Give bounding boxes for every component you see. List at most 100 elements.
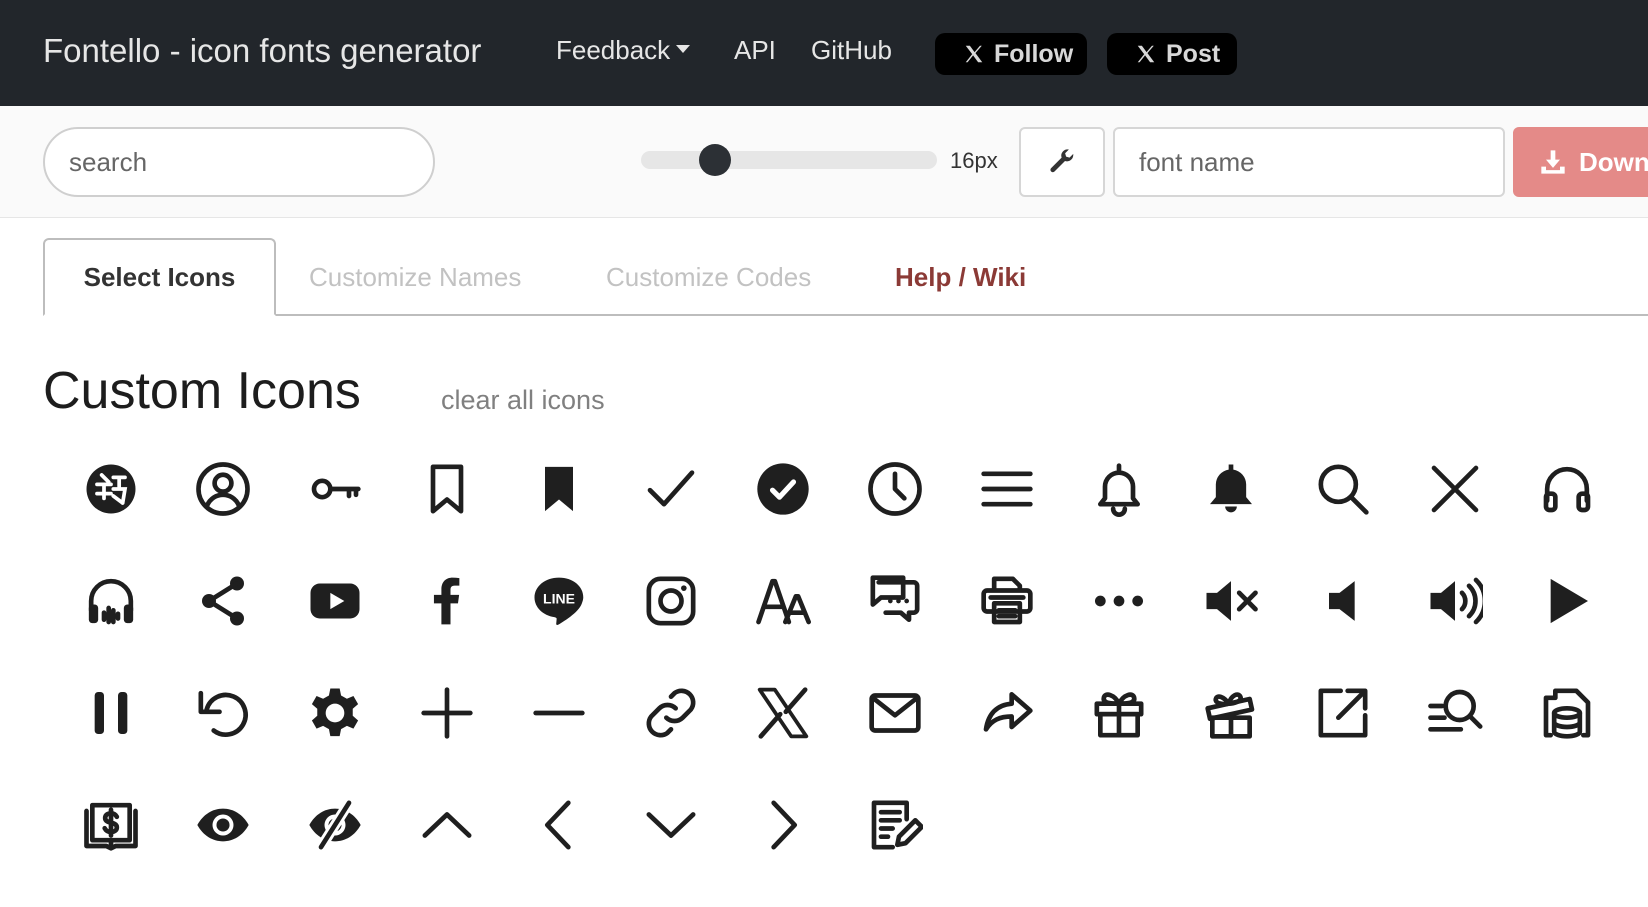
icon-cell[interactable] (1175, 433, 1287, 545)
icon-cell[interactable] (391, 433, 503, 545)
line-icon: LINE (534, 577, 584, 625)
icon-size-label: 16px (950, 148, 998, 173)
icon-cell[interactable] (1399, 433, 1511, 545)
chat-icon (870, 575, 920, 622)
icon-cell[interactable] (727, 657, 839, 769)
slider-thumb[interactable] (699, 144, 731, 176)
icon-cell[interactable] (1063, 433, 1175, 545)
icon-cell[interactable] (55, 657, 167, 769)
x-post-button[interactable]: Post (1107, 33, 1237, 75)
icon-cell[interactable] (615, 545, 727, 657)
icon-size-slider[interactable] (641, 144, 937, 176)
check-icon (647, 470, 695, 507)
icon-cell[interactable] (391, 769, 503, 881)
gift-icon (1094, 692, 1144, 738)
icon-cell[interactable] (727, 545, 839, 657)
icon-cell[interactable] (951, 433, 1063, 545)
icon-cell[interactable] (1287, 545, 1399, 657)
icon-cell[interactable] (1511, 433, 1623, 545)
x-follow-button[interactable]: Follow (935, 33, 1087, 75)
icon-cell[interactable] (55, 545, 167, 657)
font-name-input[interactable] (1113, 127, 1505, 197)
section-title: Custom Icons (43, 362, 361, 420)
bookmark-solid-icon (545, 466, 573, 512)
icon-cell[interactable] (1287, 657, 1399, 769)
tab-customize-codes[interactable]: Customize Codes (606, 238, 811, 316)
bell-outline-icon (1098, 463, 1140, 517)
icon-cell[interactable] (1511, 657, 1623, 769)
icon-cell[interactable] (839, 433, 951, 545)
icon-cell[interactable] (727, 433, 839, 545)
search-icon (1318, 464, 1369, 515)
icon-cell[interactable] (503, 433, 615, 545)
icon-cell[interactable] (279, 657, 391, 769)
icon-cell[interactable] (1399, 545, 1511, 657)
font-size-icon (756, 578, 811, 625)
icon-cell[interactable] (279, 545, 391, 657)
brand-title[interactable]: Fontello - icon fonts generator (43, 32, 481, 70)
download-icon (1541, 150, 1565, 174)
icon-cell[interactable] (727, 769, 839, 881)
icon-cell[interactable] (503, 657, 615, 769)
icon-cell[interactable] (1175, 545, 1287, 657)
icon-cell[interactable]: LINE (503, 545, 615, 657)
plus-icon (421, 687, 473, 739)
key-icon (311, 478, 361, 500)
instagram-icon (646, 576, 696, 626)
eye-off-icon (309, 797, 361, 853)
icon-cell[interactable] (1063, 657, 1175, 769)
headphones-outline-icon (1543, 466, 1591, 513)
icon-cell[interactable] (503, 769, 615, 881)
search-input[interactable] (43, 127, 435, 197)
icon-cell[interactable] (1175, 657, 1287, 769)
api-link[interactable]: API (734, 35, 776, 66)
download-button[interactable]: Down (1513, 127, 1648, 197)
icon-cell[interactable] (615, 769, 727, 881)
icon-cell[interactable] (615, 433, 727, 545)
share-icon (202, 576, 244, 626)
icon-cell[interactable] (1399, 657, 1511, 769)
minus-icon (533, 710, 585, 716)
mail-icon (869, 693, 921, 733)
toolbar: 16px Down (0, 106, 1648, 218)
external-link-icon (1318, 688, 1368, 738)
icon-cell[interactable] (391, 657, 503, 769)
icon-cell[interactable] (279, 769, 391, 881)
undo-icon (198, 690, 248, 737)
help-wiki-link[interactable]: Help / Wiki (895, 238, 1026, 316)
tab-select-icons[interactable]: Select Icons (43, 238, 276, 316)
icon-cell[interactable] (839, 769, 951, 881)
icon-cell[interactable] (167, 545, 279, 657)
feedback-dropdown[interactable]: Feedback (556, 35, 691, 66)
icon-cell[interactable] (1287, 433, 1399, 545)
icon-cell[interactable] (167, 433, 279, 545)
icon-cell[interactable] (279, 433, 391, 545)
icon-cell[interactable] (1063, 545, 1175, 657)
icon-cell[interactable] (1511, 545, 1623, 657)
gear-icon (311, 688, 359, 737)
icon-cell[interactable] (951, 657, 1063, 769)
x-logo-icon (1137, 45, 1155, 63)
icon-cell[interactable] (167, 769, 279, 881)
eye-icon (197, 808, 249, 842)
settings-button[interactable] (1019, 127, 1105, 197)
edit-document-icon (871, 800, 923, 850)
icon-cell[interactable] (951, 545, 1063, 657)
github-link[interactable]: GitHub (811, 35, 892, 66)
tab-customize-names[interactable]: Customize Names (309, 238, 521, 316)
svg-text:LINE: LINE (543, 590, 575, 606)
icon-cell[interactable] (167, 657, 279, 769)
x-logo-icon (965, 45, 983, 63)
icon-cell[interactable] (55, 769, 167, 881)
icon-cell[interactable] (839, 545, 951, 657)
icon-cell[interactable] (391, 545, 503, 657)
icon-cell[interactable] (615, 657, 727, 769)
icon-cell[interactable] (55, 433, 167, 545)
database-file-icon (1543, 688, 1591, 739)
bookmark-outline-icon (430, 464, 464, 514)
post-label: Post (1166, 39, 1221, 68)
clear-all-icons-link[interactable]: clear all icons (441, 385, 605, 416)
clock-icon (868, 462, 922, 516)
icon-cell[interactable] (839, 657, 951, 769)
play-icon (1550, 578, 1588, 624)
